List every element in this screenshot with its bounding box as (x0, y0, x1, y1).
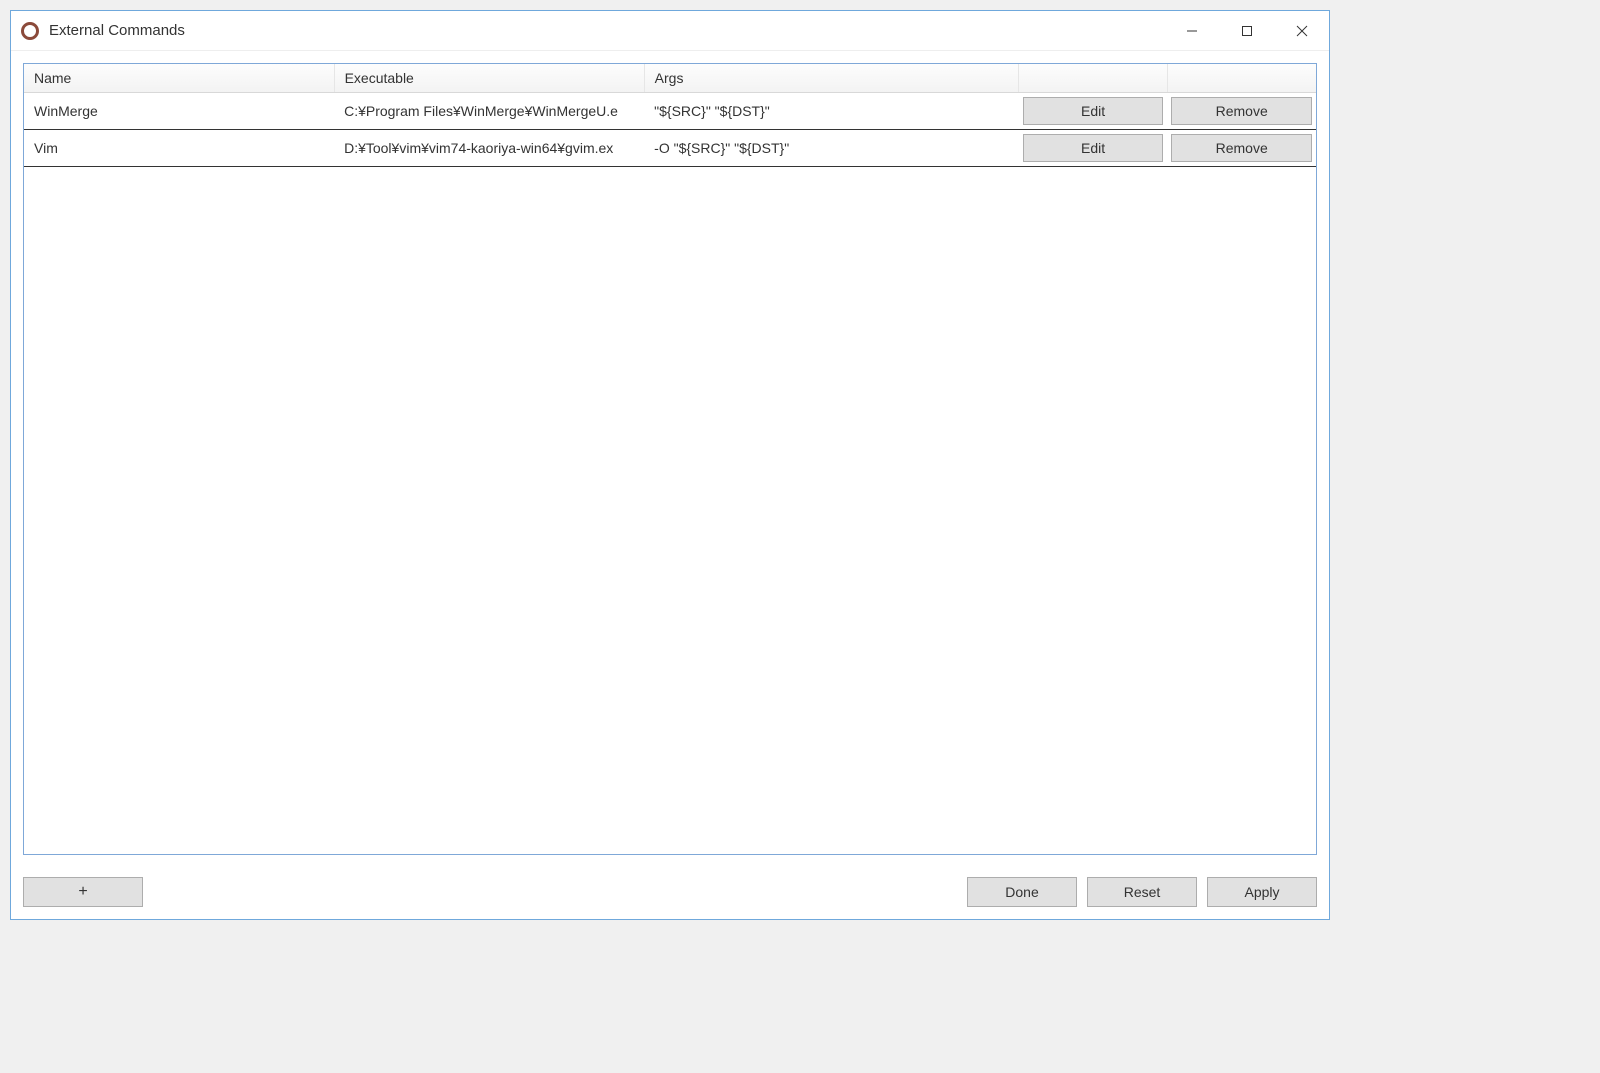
remove-button[interactable]: Remove (1171, 134, 1312, 162)
add-button[interactable]: + (23, 877, 143, 907)
cell-args: -O "${SRC}" "${DST}" (644, 130, 1019, 167)
edit-button[interactable]: Edit (1023, 97, 1164, 125)
content-area: Name Executable Args WinMerge C:¥Program… (11, 51, 1329, 867)
table-header-row: Name Executable Args (24, 64, 1316, 93)
footer: + Done Reset Apply (11, 867, 1329, 919)
commands-table-container: Name Executable Args WinMerge C:¥Program… (23, 63, 1317, 855)
edit-button[interactable]: Edit (1023, 134, 1164, 162)
header-edit (1019, 64, 1168, 93)
app-icon (21, 22, 39, 40)
close-icon (1296, 25, 1308, 37)
header-name[interactable]: Name (24, 64, 334, 93)
titlebar: External Commands (11, 11, 1329, 51)
close-button[interactable] (1274, 11, 1329, 50)
header-remove (1167, 64, 1316, 93)
table-row[interactable]: WinMerge C:¥Program Files¥WinMerge¥WinMe… (24, 93, 1316, 130)
cell-args: "${SRC}" "${DST}" (644, 93, 1019, 130)
window-controls (1164, 11, 1329, 50)
cell-name: Vim (24, 130, 334, 167)
apply-button[interactable]: Apply (1207, 877, 1317, 907)
cell-executable: D:¥Tool¥vim¥vim74-kaoriya-win64¥gvim.ex (334, 130, 644, 167)
window-title: External Commands (49, 22, 185, 39)
done-button[interactable]: Done (967, 877, 1077, 907)
commands-table: Name Executable Args WinMerge C:¥Program… (24, 64, 1316, 167)
maximize-button[interactable] (1219, 11, 1274, 50)
cell-name: WinMerge (24, 93, 334, 130)
header-executable[interactable]: Executable (334, 64, 644, 93)
reset-button[interactable]: Reset (1087, 877, 1197, 907)
external-commands-window: External Commands Name E (10, 10, 1330, 920)
cell-executable: C:¥Program Files¥WinMerge¥WinMergeU.e (334, 93, 644, 130)
header-args[interactable]: Args (644, 64, 1019, 93)
minimize-icon (1186, 25, 1198, 37)
table-row[interactable]: Vim D:¥Tool¥vim¥vim74-kaoriya-win64¥gvim… (24, 130, 1316, 167)
maximize-icon (1241, 25, 1253, 37)
remove-button[interactable]: Remove (1171, 97, 1312, 125)
minimize-button[interactable] (1164, 11, 1219, 50)
